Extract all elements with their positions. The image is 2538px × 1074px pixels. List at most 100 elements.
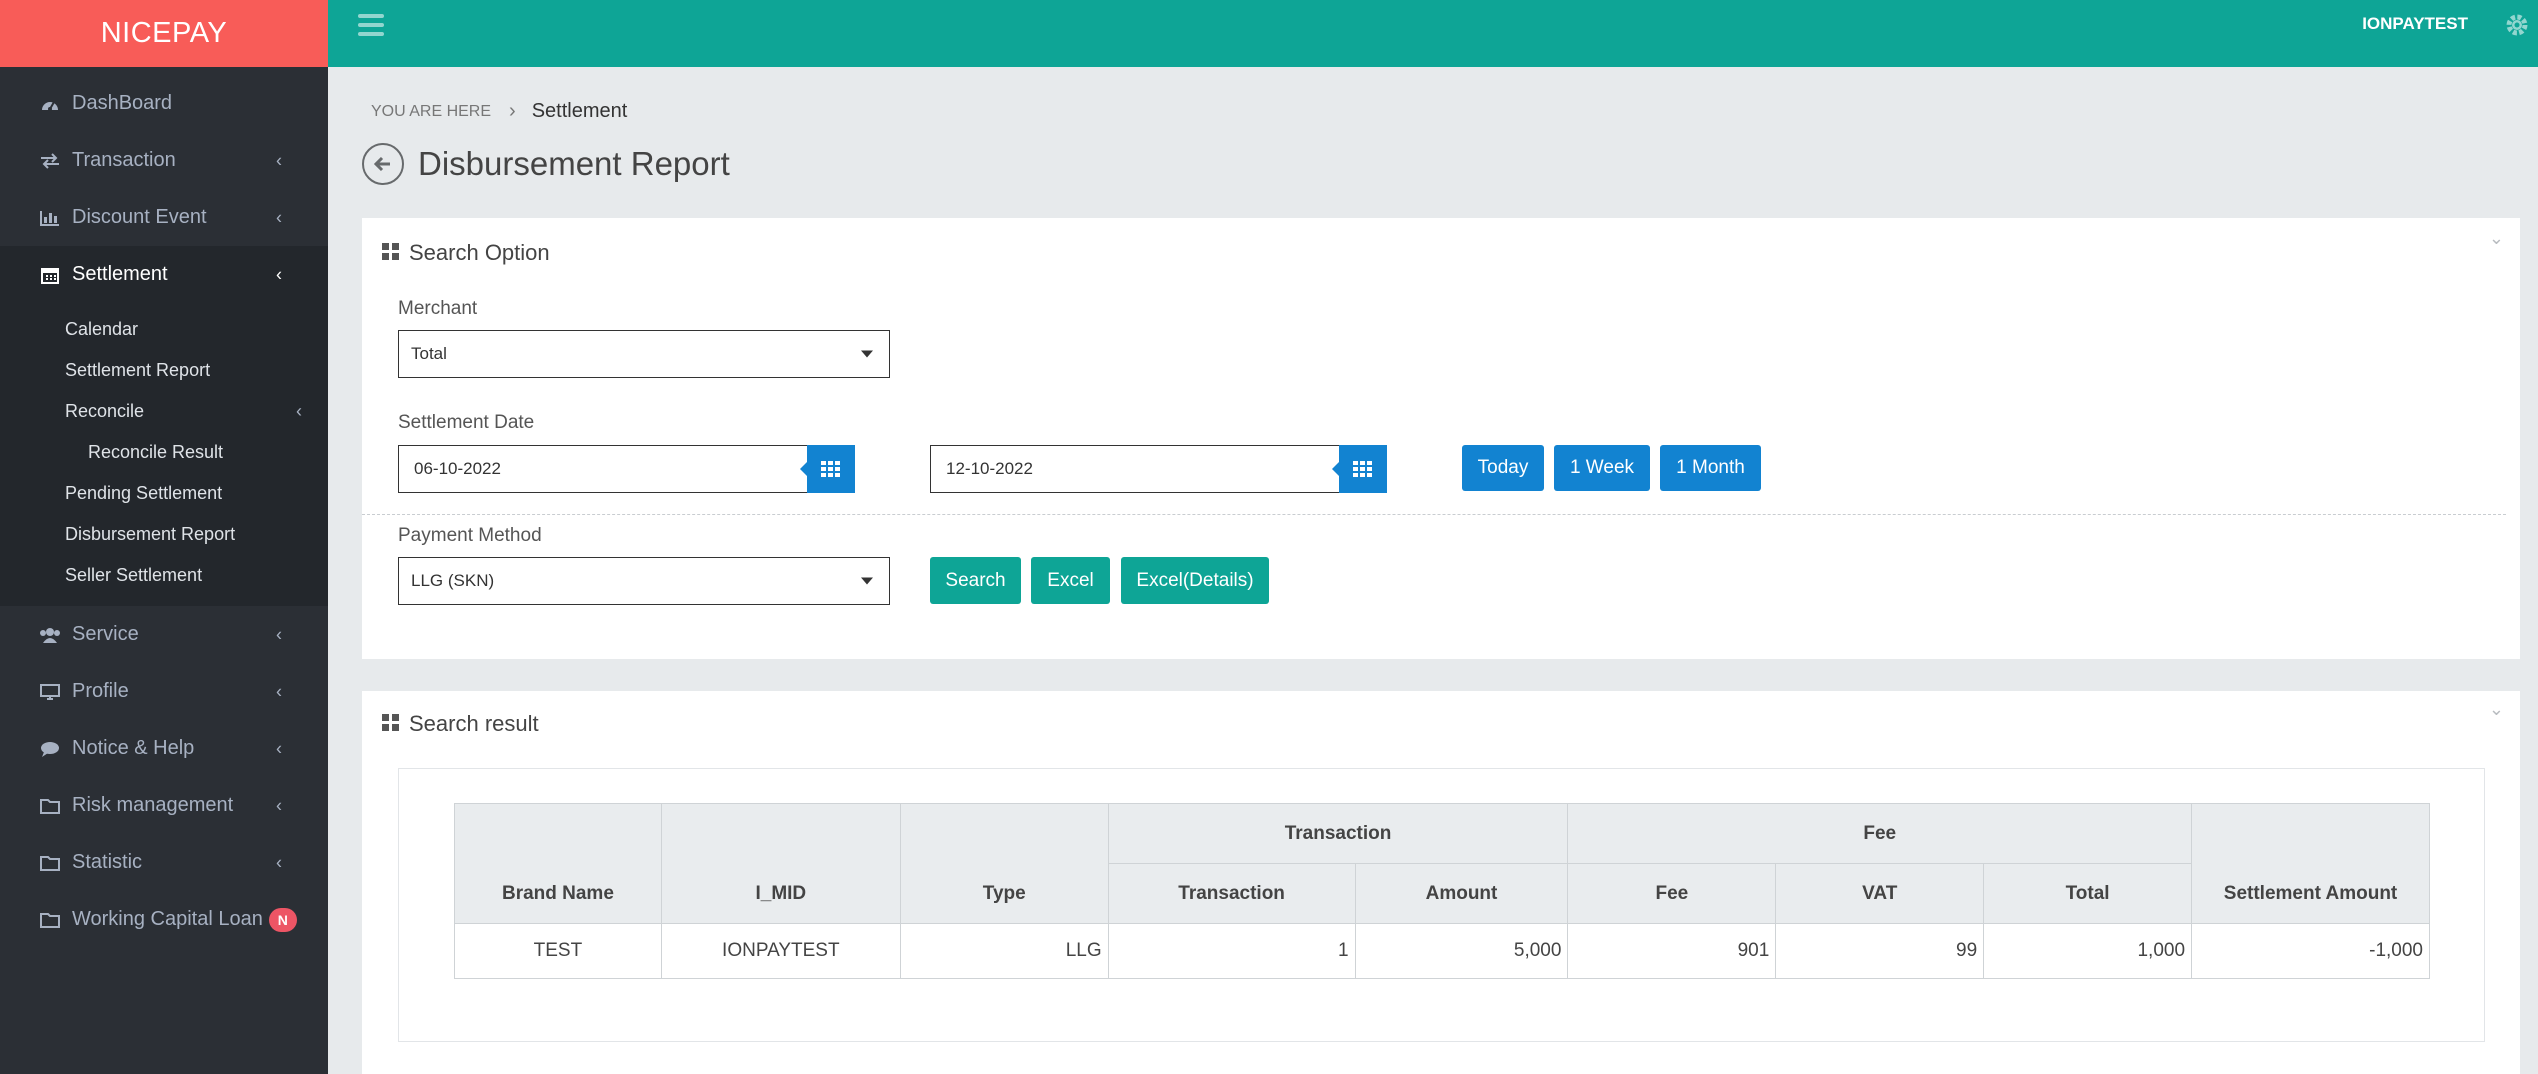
panel-title: Search result [409,711,539,736]
col-header-brand: Brand Name [454,803,662,924]
sidebar-item-profile[interactable]: Profile ‹ [0,663,328,720]
sidebar-item-transaction[interactable]: Transaction ‹ [0,132,328,189]
payment-method-select[interactable]: LLG (SKN) [398,557,890,605]
desktop-icon [38,682,62,702]
sidebar-subitem-pending-settlement[interactable]: Pending Settlement [0,473,328,514]
subitem-label: Reconcile [65,401,145,421]
sidebar-item-label: Working Capital Loan [72,908,263,930]
cell-transaction: 1 [1107,923,1356,979]
subitem-label: Reconcile Result [88,442,224,462]
sidebar-item-dashboard[interactable]: DashBoard [0,75,328,132]
merchant-label: Merchant [398,298,478,319]
exchange-icon [38,151,62,171]
payment-method-label: Payment Method [398,525,542,546]
sidebar-item-label: DashBoard [72,92,173,114]
grid-icon [382,711,399,737]
sidebar-subitem-settlement-report[interactable]: Settlement Report [0,350,328,391]
users-icon [38,625,62,645]
sidebar-item-label: Notice & Help [72,737,195,759]
today-button[interactable]: Today [1462,445,1544,491]
one-month-button[interactable]: 1 Month [1660,445,1761,491]
col-header-fee: Fee [1567,863,1777,924]
chevron-left-icon: ‹ [276,852,282,872]
result-table: Brand Name I_MID Type Transaction Fee Se… [454,803,2430,979]
sidebar-item-label: Discount Event [72,206,207,228]
payment-method-value: LLG (SKN) [411,571,495,590]
breadcrumb-prefix: YOU ARE HERE [371,102,492,120]
sidebar-item-notice-help[interactable]: Notice & Help ‹ [0,720,328,777]
panel-header: Search Option [382,240,550,266]
page-header: Disbursement Report [362,143,730,185]
chevron-left-icon: ‹ [276,681,282,701]
panel-header: Search result [382,711,539,737]
cell-total: 1,000 [1983,923,2193,979]
search-button[interactable]: Search [930,557,1021,604]
sidebar-subitem-disbursement-report[interactable]: Disbursement Report [0,514,328,555]
subitem-label: Pending Settlement [65,483,223,503]
chevron-left-icon: ‹ [276,150,282,170]
topbar: IONPAYTEST [328,0,2538,67]
cell-amount: 5,000 [1354,923,1569,979]
dropdown-caret-icon [861,350,873,358]
subitem-label: Calendar [65,319,139,339]
cell-fee: 901 [1567,923,1777,979]
date-from-input[interactable]: 06-10-2022 [398,445,810,493]
chevron-right-icon: › [509,100,516,122]
bar-chart-icon [38,208,62,228]
sidebar-item-label: Risk management [72,794,234,816]
cell-mid: IONPAYTEST [660,923,901,979]
new-badge: N [268,907,297,932]
merchant-select[interactable]: Total [398,330,890,378]
cell-type: LLG [899,923,1109,979]
comment-icon [38,739,62,759]
collapse-chevron-icon[interactable]: ⌄ [2489,699,2504,720]
chevron-left-icon: ‹ [276,264,282,284]
chevron-left-icon: ‹ [276,624,282,644]
col-header-settlement: Settlement Amount [2191,803,2430,924]
sidebar-item-risk-management[interactable]: Risk management ‹ [0,777,328,834]
menu-toggle-icon[interactable] [358,14,384,36]
page-title: Disbursement Report [418,145,730,182]
sidebar-item-working-capital-loan[interactable]: Working Capital Loan N [0,891,328,948]
divider [362,514,2506,515]
excel-details-button[interactable]: Excel(Details) [1121,557,1269,604]
subitem-label: Disbursement Report [65,524,236,544]
col-header-type: Type [899,803,1109,924]
sidebar-item-statistic[interactable]: Statistic ‹ [0,834,328,891]
sidebar-subitem-seller-settlement[interactable]: Seller Settlement [0,555,328,596]
col-header-amount: Amount [1354,863,1569,924]
app-logo[interactable]: NICEPAY [0,0,328,67]
sidebar-item-label: Settlement [72,263,168,285]
user-name[interactable]: IONPAYTEST [2362,14,2468,34]
sidebar-item-discount-event[interactable]: Discount Event ‹ [0,189,328,246]
table-row: TEST IONPAYTEST LLG 1 5,000 901 99 1,000… [454,923,2430,979]
calendar-grid-icon[interactable] [800,445,855,493]
calendar-grid-icon[interactable] [1332,445,1387,493]
sidebar: NICEPAY DashBoard Transaction ‹ Discount… [0,0,328,1074]
breadcrumb: YOU ARE HERE › Settlement [371,100,627,123]
sidebar-subitem-reconcile-result[interactable]: Reconcile Result [0,432,328,473]
cell-brand: TEST [454,923,662,979]
excel-button[interactable]: Excel [1031,557,1110,604]
col-header-vat: VAT [1775,863,1985,924]
sidebar-item-service[interactable]: Service ‹ [0,606,328,663]
grid-icon [382,240,399,266]
back-arrow-icon[interactable] [362,143,404,185]
sidebar-item-settlement[interactable]: Settlement ‹ [0,246,328,303]
col-group-transaction: Transaction [1107,803,1569,864]
one-week-button[interactable]: 1 Week [1554,445,1650,491]
chevron-left-icon: ‹ [276,738,282,758]
sidebar-subitem-reconcile[interactable]: Reconcile ‹ [0,391,328,432]
sidebar-item-label: Service [72,623,139,645]
sidebar-subitem-calendar[interactable]: Calendar [0,309,328,350]
date-to-input[interactable]: 12-10-2022 [930,445,1342,493]
panel-title: Search Option [409,240,550,265]
chevron-left-icon: ‹ [276,795,282,815]
col-header-total: Total [1983,863,2193,924]
breadcrumb-current[interactable]: Settlement [532,100,628,123]
collapse-chevron-icon[interactable]: ⌄ [2489,228,2504,249]
date-from-value: 06-10-2022 [414,459,501,478]
folder-icon [38,910,62,930]
merchant-select-value: Total [411,344,447,363]
gear-icon[interactable] [2504,12,2530,38]
